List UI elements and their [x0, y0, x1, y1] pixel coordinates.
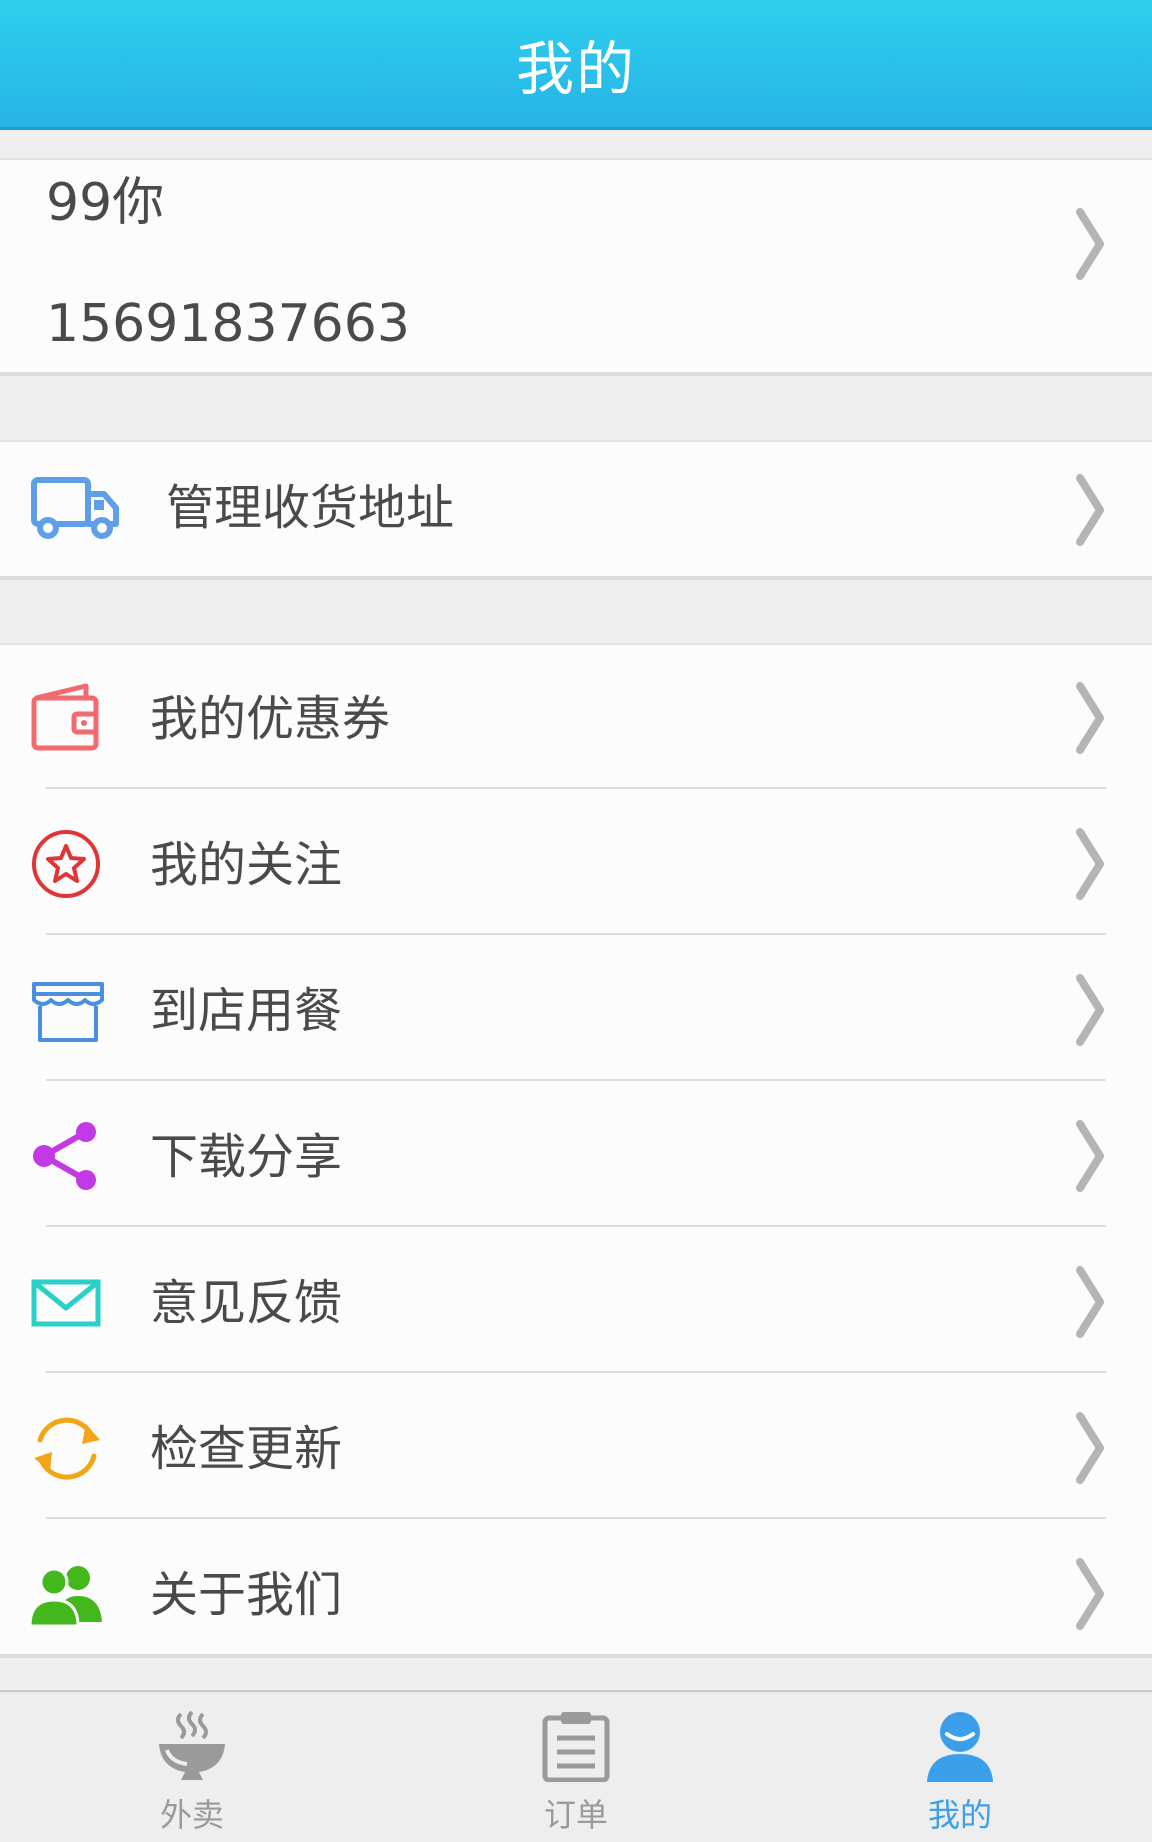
profile-phone: 15691837663: [46, 294, 410, 354]
wallet-icon: [31, 683, 99, 751]
menu-item-label: 我的优惠券: [150, 691, 391, 747]
menu-item-coupons[interactable]: 我的优惠券: [0, 645, 1152, 791]
chevron-right-icon: [1076, 682, 1104, 754]
store-icon: [32, 982, 104, 1042]
top-bar: 我的: [0, 0, 1152, 130]
manage-address-row[interactable]: 管理收货地址: [0, 440, 1152, 580]
star-circle-icon: [32, 830, 100, 898]
tab-label: 我的: [927, 1796, 992, 1834]
chevron-right-icon: [1076, 1558, 1104, 1630]
chevron-right-icon: [1076, 828, 1104, 900]
refresh-icon: [34, 1417, 100, 1480]
divider: [46, 1225, 1106, 1227]
menu-item-label: 关于我们: [150, 1567, 343, 1623]
menu-item-dine-in[interactable]: 到店用餐: [0, 937, 1152, 1083]
menu-card: 我的优惠券 我的关注 到店用餐 下载分享 意见反馈 检查更新 关于我们: [0, 643, 1152, 1658]
chevron-right-icon: [1076, 474, 1104, 546]
menu-item-label: 检查更新: [150, 1421, 343, 1477]
menu-item-label: 意见反馈: [150, 1275, 343, 1331]
divider: [46, 787, 1106, 789]
chevron-right-icon: [1076, 208, 1104, 280]
bowl-icon: [159, 1710, 225, 1780]
profile-name: 99你: [46, 173, 165, 233]
chevron-right-icon: [1076, 1120, 1104, 1192]
chevron-right-icon: [1076, 974, 1104, 1046]
page-title: 我的: [515, 34, 636, 103]
tab-orders[interactable]: 订单: [384, 1692, 768, 1842]
tab-takeout[interactable]: 外卖: [0, 1692, 384, 1842]
menu-item-share[interactable]: 下载分享: [0, 1083, 1152, 1229]
tab-mine[interactable]: 我的: [768, 1692, 1152, 1842]
manage-address-label: 管理收货地址: [166, 480, 455, 536]
user-icon: [927, 1712, 993, 1782]
truck-icon: [31, 477, 119, 539]
divider: [46, 933, 1106, 935]
menu-item-feedback[interactable]: 意见反馈: [0, 1229, 1152, 1375]
profile-card[interactable]: 99你 15691837663: [0, 158, 1152, 376]
menu-item-about-us[interactable]: 关于我们: [0, 1521, 1152, 1667]
menu-item-check-update[interactable]: 检查更新: [0, 1375, 1152, 1521]
divider: [46, 1079, 1106, 1081]
tab-label: 外卖: [159, 1796, 224, 1834]
menu-item-label: 下载分享: [150, 1129, 343, 1185]
share-icon: [33, 1122, 96, 1190]
menu-item-follows[interactable]: 我的关注: [0, 791, 1152, 937]
mail-icon: [31, 1279, 101, 1327]
tab-label: 订单: [543, 1796, 608, 1834]
bottom-tab-bar: 外卖 订单 我的: [0, 1690, 1152, 1842]
menu-item-label: 到店用餐: [150, 983, 343, 1039]
users-icon: [30, 1566, 102, 1628]
divider: [46, 1517, 1106, 1519]
menu-item-label: 我的关注: [150, 837, 343, 893]
clipboard-icon: [542, 1712, 610, 1782]
chevron-right-icon: [1076, 1266, 1104, 1338]
chevron-right-icon: [1076, 1412, 1104, 1484]
divider: [46, 1371, 1106, 1373]
